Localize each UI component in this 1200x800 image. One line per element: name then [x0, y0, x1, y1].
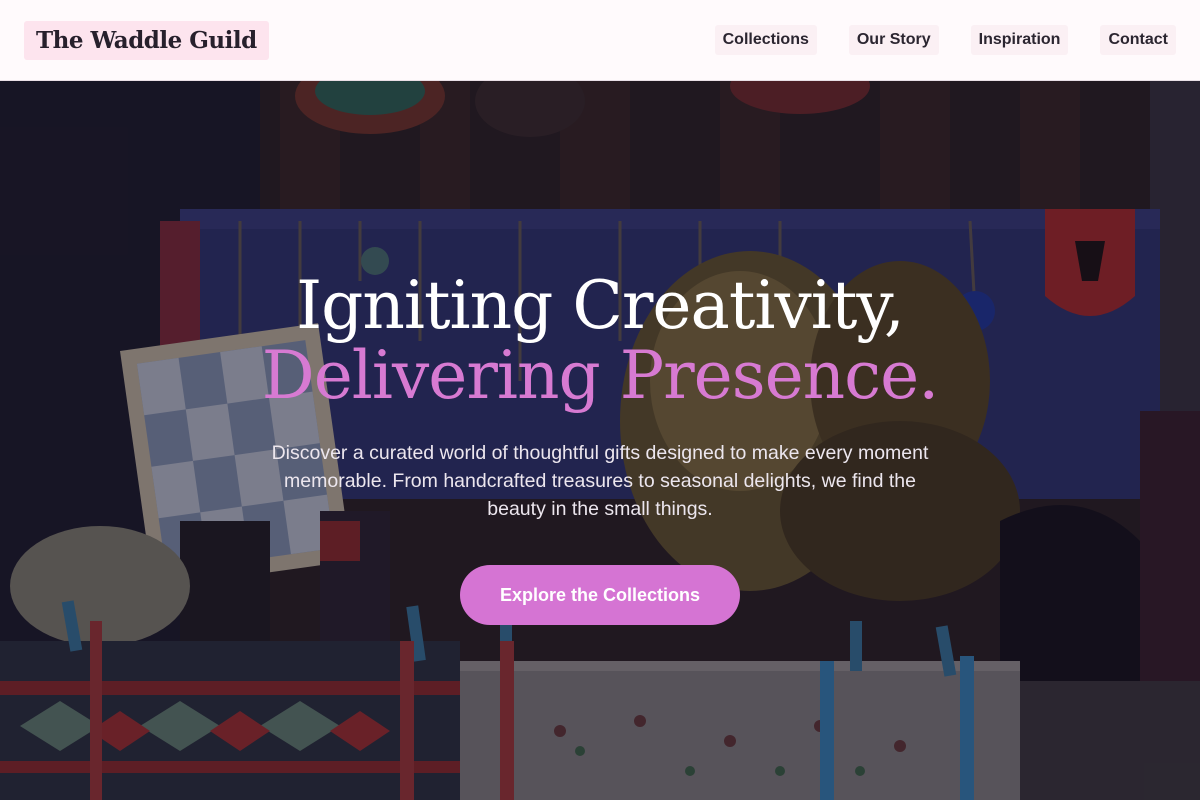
site-logo[interactable]: The Waddle Guild: [24, 20, 269, 60]
explore-collections-button[interactable]: Explore the Collections: [460, 565, 740, 625]
site-header: The Waddle Guild Collections Our Story I…: [0, 0, 1200, 81]
nav-link-inspiration[interactable]: Inspiration: [970, 25, 1069, 55]
hero-title-line2: Delivering Presence.: [261, 337, 939, 414]
hero-subtitle: Discover a curated world of thoughtful g…: [271, 442, 929, 520]
hero-content: Igniting Creativity, Delivering Presence…: [0, 81, 1200, 800]
hero-section: Igniting Creativity, Delivering Presence…: [0, 81, 1200, 800]
hero-title: Igniting Creativity, Delivering Presence…: [261, 271, 939, 414]
nav-link-collections[interactable]: Collections: [714, 25, 817, 55]
nav-link-our-story[interactable]: Our Story: [848, 25, 939, 55]
main-nav: Collections Our Story Inspiration Contac…: [714, 25, 1176, 55]
nav-link-contact[interactable]: Contact: [1100, 25, 1176, 55]
hero-title-line1: Igniting Creativity,: [296, 267, 905, 344]
